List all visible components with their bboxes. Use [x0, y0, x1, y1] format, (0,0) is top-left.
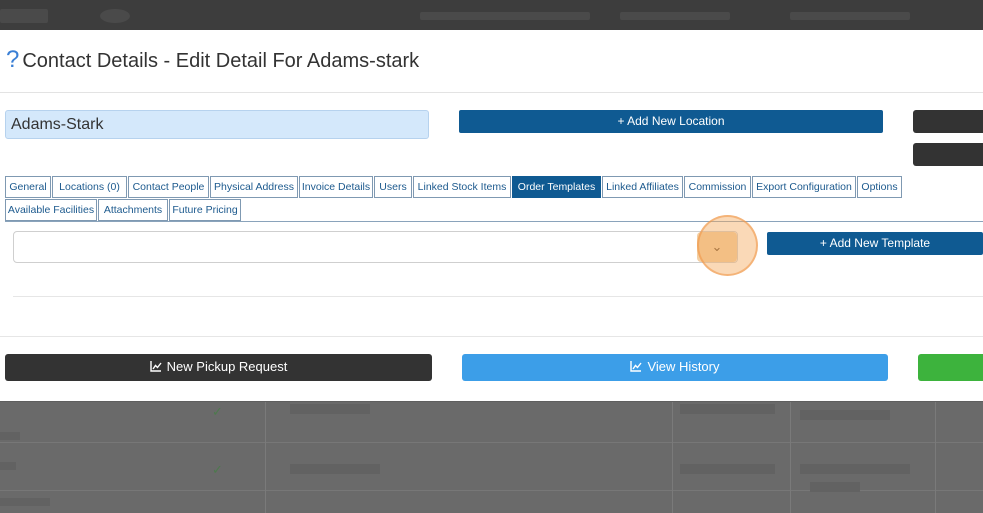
dark-action-button[interactable]	[913, 143, 983, 166]
background-block	[0, 9, 48, 23]
tab-order-templates[interactable]: Order Templates	[512, 176, 601, 198]
click-highlight-indicator	[697, 215, 758, 276]
background-cell	[290, 404, 370, 414]
background-cell	[680, 464, 775, 474]
background-cell	[680, 404, 775, 414]
tab-users[interactable]: Users	[374, 176, 412, 198]
modal-title-text: Contact Details - Edit Detail For Adams-…	[22, 50, 420, 72]
background-cell	[800, 464, 910, 474]
modal-title: ? Contact Details - Edit Detail For Adams…	[6, 46, 419, 74]
green-action-button[interactable]	[918, 354, 983, 381]
tab-invoice-details[interactable]: Invoice Details	[299, 176, 373, 198]
background-column-divider	[672, 402, 673, 513]
add-new-location-button[interactable]: + Add New Location	[459, 110, 883, 133]
tab-options[interactable]: Options	[857, 176, 902, 198]
background-cell	[800, 410, 890, 420]
background-cell	[0, 432, 20, 440]
background-check-icon: ✓	[212, 462, 223, 477]
tab-physical-address[interactable]: Physical Address	[210, 176, 298, 198]
tab-linked-affiliates[interactable]: Linked Affiliates	[602, 176, 683, 198]
tab-divider	[5, 221, 983, 222]
line-chart-icon	[149, 360, 162, 372]
tab-attachments[interactable]: Attachments	[98, 199, 168, 221]
footer-divider	[0, 336, 983, 337]
background-column-divider	[935, 402, 936, 513]
background-table: ✓ ✓	[0, 402, 983, 513]
tab-available-facilities[interactable]: Available Facilities	[5, 199, 97, 221]
tab-export-configuration[interactable]: Export Configuration	[752, 176, 856, 198]
background-column-divider	[790, 402, 791, 513]
dark-action-button[interactable]	[913, 110, 983, 133]
background-cell	[0, 462, 16, 470]
view-history-button[interactable]: View History	[462, 354, 888, 381]
contact-name-input[interactable]	[5, 110, 429, 139]
background-block	[100, 9, 130, 23]
line-chart-icon	[630, 360, 643, 372]
background-check-icon: ✓	[212, 404, 223, 419]
tab-general[interactable]: General	[5, 176, 51, 198]
background-block	[420, 12, 590, 20]
tab-locations[interactable]: Locations (0)	[52, 176, 127, 198]
background-block	[620, 12, 730, 20]
new-pickup-request-button[interactable]: New Pickup Request	[5, 354, 432, 381]
tab-commission[interactable]: Commission	[684, 176, 751, 198]
view-history-label: View History	[647, 359, 720, 374]
order-template-select[interactable]	[13, 231, 738, 263]
new-pickup-request-label: New Pickup Request	[166, 359, 288, 374]
background-row-divider	[0, 442, 983, 443]
content-divider	[13, 296, 983, 297]
contact-details-modal: ? Contact Details - Edit Detail For Adams…	[0, 30, 983, 401]
add-new-template-button[interactable]: + Add New Template	[767, 232, 983, 255]
tab-linked-stock-items[interactable]: Linked Stock Items	[413, 176, 511, 198]
background-cell	[810, 482, 860, 492]
tab-contact-people[interactable]: Contact People	[128, 176, 209, 198]
background-cell	[0, 498, 50, 506]
background-column-divider	[265, 402, 266, 513]
tab-future-pricing[interactable]: Future Pricing	[169, 199, 241, 221]
background-block	[790, 12, 910, 20]
title-divider	[0, 92, 983, 93]
background-cell	[290, 464, 380, 474]
question-mark-icon[interactable]: ?	[6, 46, 19, 73]
background-header	[0, 0, 983, 30]
